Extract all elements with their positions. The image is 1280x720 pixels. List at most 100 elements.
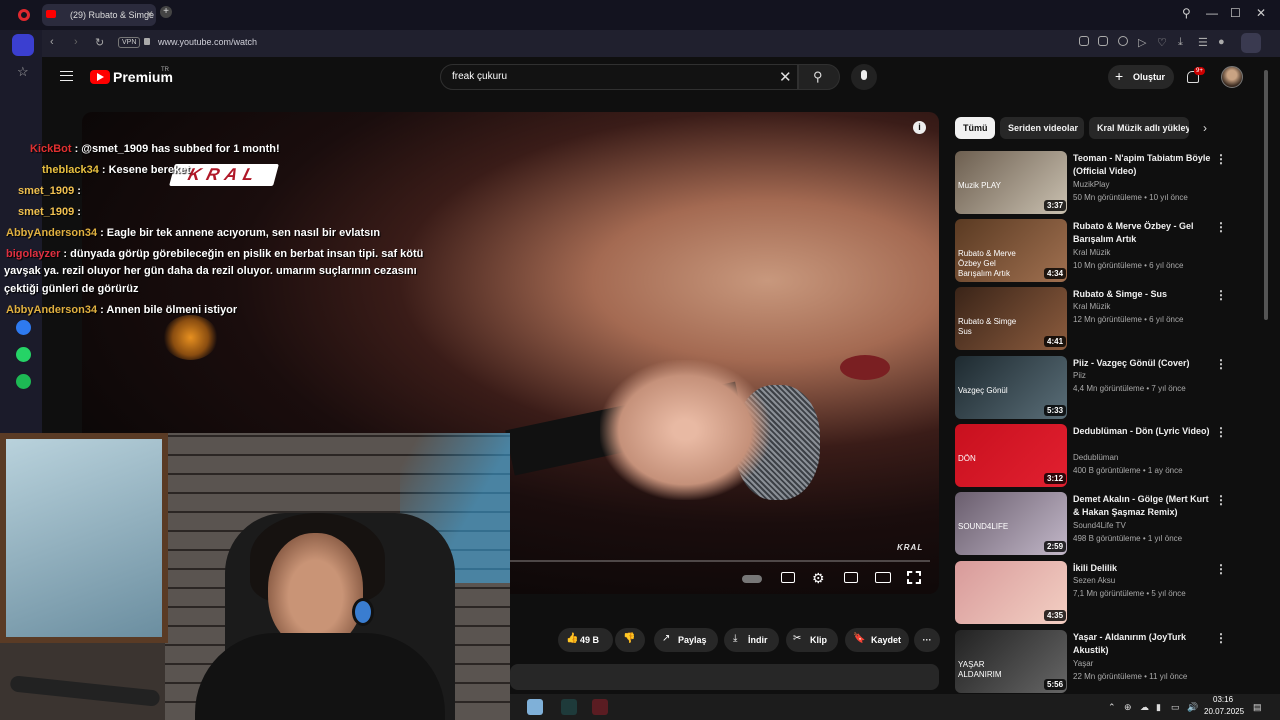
rec-more-icon[interactable]: ⋮ — [1215, 288, 1227, 302]
tray-network-icon[interactable]: ⊕ — [1124, 702, 1132, 713]
close-window-button[interactable]: ✕ — [1256, 6, 1266, 20]
shield-icon[interactable] — [1118, 36, 1128, 46]
taskbar-app-explorer-icon[interactable] — [527, 699, 543, 715]
forward-icon[interactable]: › — [74, 36, 78, 48]
more-actions-button[interactable]: ··· — [914, 628, 940, 652]
back-icon[interactable]: ‹ — [50, 36, 54, 48]
subtitles-icon[interactable] — [781, 572, 795, 583]
messenger-icon[interactable] — [16, 320, 31, 335]
hamburger-menu-icon[interactable] — [60, 71, 73, 81]
home-icon[interactable] — [12, 34, 34, 56]
description-box[interactable] — [510, 664, 939, 690]
chat-username[interactable]: KickBot — [30, 143, 72, 155]
download-icon[interactable]: ⤓ — [1178, 36, 1183, 49]
progress-bar[interactable] — [510, 560, 930, 562]
rec-more-icon[interactable]: ⋮ — [1215, 425, 1227, 439]
chat-text: : — [77, 206, 81, 218]
video-info-icon[interactable]: i — [913, 121, 926, 134]
rec-title[interactable]: İkili Delilik — [1073, 562, 1213, 575]
whatsapp-icon[interactable] — [16, 347, 31, 362]
account-avatar[interactable] — [1221, 66, 1243, 88]
chat-message: smet_1909: — [18, 206, 81, 218]
autoplay-toggle[interactable] — [742, 575, 762, 583]
rec-more-icon[interactable]: ⋮ — [1215, 631, 1227, 645]
chat-username[interactable]: bigolayzer — [6, 248, 60, 260]
reload-icon[interactable]: ↻ — [95, 36, 104, 49]
new-tab-button[interactable]: + — [160, 6, 172, 18]
rec-channel[interactable]: Piiz — [1073, 371, 1086, 380]
scissors-icon: ✂ — [793, 633, 802, 644]
rec-more-icon[interactable]: ⋮ — [1215, 152, 1227, 166]
rec-more-icon[interactable]: ⋮ — [1215, 357, 1227, 371]
rec-title[interactable]: Demet Akalın - Gölge (Mert Kurt & Hakan … — [1073, 493, 1213, 519]
miniplayer-icon[interactable] — [844, 572, 858, 583]
thumbs-down-icon: 👎 — [623, 633, 636, 644]
search-button[interactable]: ⚲ — [798, 64, 840, 90]
rec-more-icon[interactable]: ⋮ — [1215, 220, 1227, 234]
rec-title[interactable]: Piiz - Vazgeç Gönül (Cover) — [1073, 357, 1213, 370]
opera-logo-icon[interactable] — [18, 9, 30, 21]
rec-channel[interactable]: Yaşar — [1073, 659, 1093, 668]
chip-series[interactable]: Seriden videolar — [1000, 117, 1084, 139]
rec-channel[interactable]: Dedublüman — [1073, 453, 1118, 462]
rec-duration: 4:41 — [1044, 336, 1067, 347]
chat-username[interactable]: AbbyAnderson34 — [6, 304, 97, 316]
tray-usb-icon[interactable]: ▮ — [1156, 702, 1161, 713]
extensions-icon[interactable] — [1241, 33, 1261, 53]
heart-icon[interactable]: ♡ — [1157, 36, 1167, 49]
rec-channel[interactable]: MuzikPlay — [1073, 180, 1109, 189]
tray-volume-icon[interactable]: 🔊 — [1187, 702, 1198, 713]
rec-channel[interactable]: Kral Müzik — [1073, 302, 1110, 311]
chat-username[interactable]: smet_1909 — [18, 185, 74, 197]
taskbar-app-obs-icon[interactable] — [561, 699, 577, 715]
fullscreen-icon[interactable] — [907, 571, 921, 584]
rec-title[interactable]: Yaşar - Aldanırım (JoyTurk Akustik) — [1073, 631, 1213, 657]
clock-date[interactable]: 20.07.2025 — [1204, 707, 1244, 716]
rec-channel[interactable]: Sezen Aksu — [1073, 576, 1115, 585]
tray-chevron-icon[interactable]: ⌃ — [1108, 702, 1116, 713]
clear-search-icon[interactable]: ✕ — [779, 68, 792, 86]
settings-gear-icon[interactable]: ⚙ — [812, 570, 825, 587]
chat-username[interactable]: theblack34 — [42, 164, 99, 176]
rec-title[interactable]: Rubato & Merve Özbey - Gel Barışalım Art… — [1073, 220, 1213, 246]
chip-all[interactable]: Tümü — [955, 117, 995, 139]
vpn-badge[interactable]: VPN — [118, 37, 141, 48]
maximize-button[interactable]: ☐ — [1230, 6, 1241, 20]
rec-channel[interactable]: Sound4Life TV — [1073, 521, 1126, 530]
rec-title[interactable]: Teoman - N'apim Tabiatım Böyle (Official… — [1073, 152, 1213, 178]
player-icon[interactable]: ▷ — [1138, 36, 1146, 49]
minimize-button[interactable]: — — [1206, 6, 1218, 20]
rec-title[interactable]: Rubato & Simge - Sus — [1073, 288, 1213, 301]
clock-time[interactable]: 03:16 — [1213, 695, 1233, 704]
rec-duration: 5:56 — [1044, 679, 1067, 690]
page-scrollbar[interactable] — [1264, 70, 1268, 320]
notification-center-icon[interactable]: ▤ — [1253, 702, 1262, 713]
taskbar-app-opera-icon[interactable] — [592, 699, 608, 715]
browser-search-icon[interactable]: ⚲ — [1182, 6, 1191, 20]
tab-close-icon[interactable]: ✕ — [146, 9, 154, 20]
menu-icon[interactable]: ☰ — [1198, 36, 1208, 49]
rec-meta: 498 B görüntüleme • 1 yıl önce — [1073, 534, 1183, 543]
tab-youtube[interactable]: (29) Rubato & Simge - Yo — [42, 4, 156, 26]
rec-channel[interactable]: Kral Müzik — [1073, 248, 1110, 257]
theater-mode-icon[interactable] — [875, 572, 891, 583]
voice-search-button[interactable] — [851, 64, 877, 90]
chip-uploader[interactable]: Kral Müzik adlı yükleyici — [1089, 117, 1189, 139]
rec-title[interactable]: Dedublüman - Dön (Lyric Video) — [1073, 425, 1213, 438]
chat-message: smet_1909: — [18, 185, 81, 197]
tray-cloud-icon[interactable]: ☁ — [1140, 702, 1149, 713]
share-page-icon[interactable] — [1079, 36, 1089, 46]
rec-more-icon[interactable]: ⋮ — [1215, 562, 1227, 576]
chat-username[interactable]: AbbyAnderson34 — [6, 227, 97, 239]
chips-next-chevron-icon[interactable]: › — [1203, 121, 1207, 135]
camera-icon[interactable] — [1098, 36, 1108, 46]
spotify-icon[interactable] — [16, 374, 31, 389]
url-field[interactable]: www.youtube.com/watch — [158, 37, 257, 47]
star-icon[interactable]: ☆ — [17, 64, 29, 80]
profile-icon[interactable]: ● — [1218, 36, 1225, 48]
chat-username[interactable]: smet_1909 — [18, 206, 74, 218]
chat-text: yavşak ya. rezil oluyor her gün daha da … — [4, 265, 417, 277]
tray-display-icon[interactable]: ▭ — [1171, 702, 1180, 713]
thumbnail-text: Rubato & Simge Sus — [958, 317, 1017, 336]
rec-more-icon[interactable]: ⋮ — [1215, 493, 1227, 507]
